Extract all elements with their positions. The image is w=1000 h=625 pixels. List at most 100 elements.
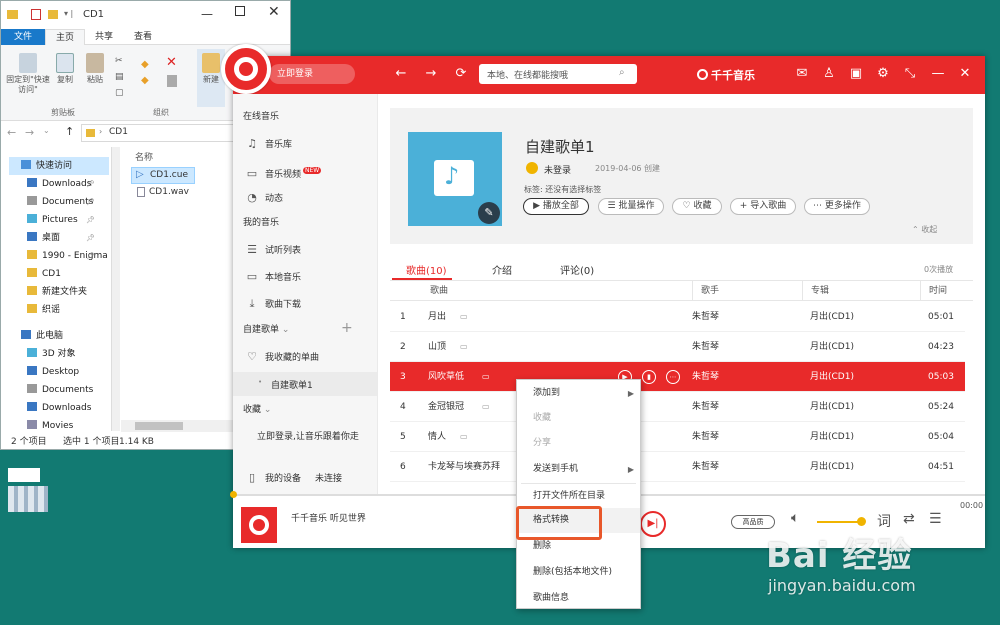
nav-item[interactable]: Documents: [27, 381, 93, 399]
tab-share[interactable]: 共享: [85, 29, 123, 45]
sidebar-item-library[interactable]: ♫ 音乐库: [245, 134, 292, 154]
minimize-icon[interactable]: —: [201, 7, 213, 21]
nav-item[interactable]: CD1: [27, 265, 91, 283]
mv-icon[interactable]: ▭: [482, 362, 490, 392]
pin-icon[interactable]: 📌︎: [86, 193, 95, 211]
context-menu-item[interactable]: 添加到 ▶: [517, 381, 640, 406]
move-to-icon[interactable]: ◆ ◆: [141, 57, 155, 87]
progress-handle[interactable]: [230, 491, 237, 498]
tab-intro[interactable]: 介绍: [492, 262, 512, 277]
scrollbar-thumb[interactable]: [135, 422, 183, 430]
song-row[interactable]: 1 月出 朱哲琴 月出(CD1) 05:01 ▭: [390, 302, 965, 332]
tab-songs[interactable]: 歌曲(10): [406, 262, 447, 277]
desktop-icon[interactable]: [8, 468, 48, 518]
mv-icon[interactable]: ▭: [460, 302, 468, 332]
pin-icon[interactable]: 📌︎: [86, 229, 95, 247]
login-button[interactable]: 立即登录: [269, 64, 355, 84]
pin-quick-access-button[interactable]: 固定到"快速访问": [5, 53, 51, 95]
context-menu-item[interactable]: 歌曲信息: [517, 586, 640, 611]
more-circle-icon[interactable]: ⋯: [666, 370, 680, 384]
sidebar-item-fav-playlist[interactable]: ♡ 我收藏的单曲: [245, 347, 319, 367]
song-row[interactable]: 6卡龙琴与埃赛苏拜朱哲琴月出(CD1)04:51▭: [390, 452, 965, 482]
sidebar-item-custom-playlist[interactable]: • 自建歌单1: [233, 372, 377, 396]
now-playing-cover[interactable]: [241, 507, 277, 543]
mv-icon[interactable]: ▭: [482, 392, 490, 422]
song-row[interactable]: 2 山顶 朱哲琴 月出(CD1) 04:23 ▭: [390, 332, 965, 362]
mv-icon[interactable]: ▭: [460, 332, 468, 362]
pin-icon[interactable]: 📌︎: [86, 211, 95, 229]
checkbox-icon[interactable]: [31, 9, 41, 20]
nav-item[interactable]: Pictures 📌︎: [27, 211, 95, 229]
sidebar-item-device[interactable]: ▯ 我的设备 未连接: [245, 468, 342, 488]
nav-item[interactable]: 快速访问: [9, 157, 109, 175]
mail-icon[interactable]: ✉: [794, 66, 810, 82]
song-row[interactable]: 4 金冠银冠 朱哲琴 月出(CD1) 05:24 ▭: [390, 392, 965, 422]
song-row[interactable]: 3 风吹草低 朱哲琴 月出(CD1) 05:03 ▭ ▶ ▮ ⋯: [390, 362, 965, 392]
dropdown-icon[interactable]: ▾ |: [64, 9, 73, 18]
import-button[interactable]: + 导入歌曲: [730, 198, 796, 215]
login-tip[interactable]: 立即登录,让音乐跟着你走: [257, 427, 359, 447]
video-circle-icon[interactable]: ▮: [642, 370, 656, 384]
settings-icon[interactable]: ⚙: [875, 66, 891, 82]
sidebar-item-download[interactable]: ⤓ 歌曲下载: [245, 294, 301, 314]
toolbox-icon[interactable]: ▣: [848, 66, 864, 82]
quick-folder-icon[interactable]: [48, 10, 58, 19]
delete-icon[interactable]: ✕: [166, 55, 177, 70]
search-input[interactable]: 本地、在线都能搜哦 ⌕: [479, 64, 637, 84]
context-menu-item[interactable]: 发送到手机 ▶: [517, 457, 640, 482]
mv-icon[interactable]: ▭: [460, 422, 468, 452]
more-button[interactable]: ⋯ 更多操作: [804, 198, 870, 215]
mini-mode-icon[interactable]: ⤡: [902, 66, 918, 82]
sidebar-header-playlist[interactable]: 自建歌单 ⌄: [243, 320, 289, 340]
rename-icon[interactable]: [167, 75, 177, 87]
song-row[interactable]: 5 情人 朱哲琴 月出(CD1) 05:04 ▭: [390, 422, 965, 452]
pin-icon[interactable]: 📌︎: [86, 175, 95, 193]
nav-item[interactable]: 此电脑: [21, 327, 91, 345]
up-icon[interactable]: ↑: [65, 125, 74, 138]
back-icon[interactable]: ←: [393, 66, 409, 82]
qianqian-logo[interactable]: [221, 44, 271, 94]
tab-home[interactable]: 主页: [45, 29, 85, 45]
nav-item[interactable]: 桌面 📌︎: [27, 229, 95, 247]
tab-comments[interactable]: 评论(0): [560, 262, 594, 277]
add-playlist-icon[interactable]: +: [341, 320, 353, 336]
fav-button[interactable]: ♡ 收藏: [672, 198, 722, 215]
nav-item[interactable]: Documents 📌︎: [27, 193, 95, 211]
column-header-name[interactable]: 名称: [135, 150, 153, 163]
nav-item[interactable]: 3D 对象: [27, 345, 91, 363]
play-all-button[interactable]: ▶ 播放全部: [523, 198, 589, 215]
sidebar-item-local[interactable]: ▭ 本地音乐: [245, 267, 301, 287]
context-menu-item[interactable]: 删除(包括本地文件): [517, 560, 640, 585]
collapse-button[interactable]: ⌃ 收起: [912, 224, 937, 235]
nav-item[interactable]: 织谣: [27, 301, 91, 319]
sidebar-item-trial[interactable]: ☰ 试听列表: [245, 240, 301, 260]
nav-item[interactable]: 1990 - Enigma 📌︎: [27, 247, 108, 265]
nav-item[interactable]: 新建文件夹: [27, 283, 91, 301]
close-icon[interactable]: ✕: [957, 66, 973, 82]
maximize-icon[interactable]: [235, 6, 245, 16]
minimize-icon[interactable]: —: [930, 66, 946, 82]
playlist-tags[interactable]: 标签: 还没有选择标签: [524, 184, 601, 195]
forward-icon[interactable]: →: [423, 66, 439, 82]
file-item-wav[interactable]: CD1.wav: [131, 185, 195, 201]
sidebar-item-mv[interactable]: ▭ 音乐视频 NEW: [245, 161, 322, 181]
playlist-user[interactable]: 未登录: [544, 163, 571, 176]
nav-item[interactable]: Desktop: [27, 363, 91, 381]
pin-icon[interactable]: 📌︎: [86, 247, 95, 265]
new-folder-button[interactable]: 新建: [197, 49, 225, 107]
playlist-cover[interactable]: ♪ ✎: [408, 132, 502, 226]
tab-file[interactable]: 文件: [1, 29, 45, 45]
forward-icon[interactable]: →: [25, 126, 34, 139]
file-item-cue[interactable]: ▷ CD1.cue: [131, 167, 195, 184]
batch-button[interactable]: ☰ 批量操作: [598, 198, 664, 215]
nav-item[interactable]: Downloads 📌︎: [27, 175, 95, 193]
cut-icon[interactable]: ✂ ▤ ▢: [115, 53, 127, 99]
nav-scrollbar[interactable]: [111, 147, 120, 431]
user-avatar[interactable]: [526, 162, 538, 174]
search-icon[interactable]: ⌕: [619, 67, 625, 78]
copy-button[interactable]: 复制: [53, 53, 77, 85]
refresh-icon[interactable]: ⟳: [453, 66, 469, 82]
nav-item[interactable]: Downloads: [27, 399, 91, 417]
next-button[interactable]: ▶|: [640, 511, 666, 537]
tab-view[interactable]: 查看: [123, 29, 163, 45]
